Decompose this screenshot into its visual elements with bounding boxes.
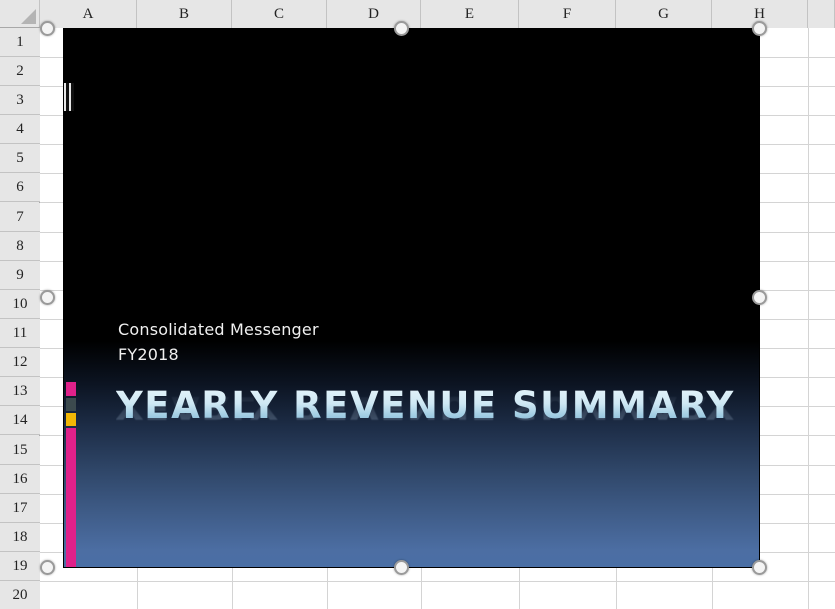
row-header-6[interactable]: 6 bbox=[0, 173, 40, 202]
handle-top-center[interactable] bbox=[394, 21, 409, 36]
row-header-label: 15 bbox=[12, 441, 28, 458]
segment-dark-slate bbox=[66, 398, 76, 411]
row-header-label: 20 bbox=[12, 586, 28, 603]
handle-middle-left[interactable] bbox=[40, 290, 55, 305]
row-header-label: 8 bbox=[16, 237, 24, 254]
spreadsheet-window: ABCDEFGH 1 2 3 4 5 6 7 8 9 10 11 12 13 14 15 16 17 18 19 20… bbox=[0, 0, 835, 609]
row-header-20[interactable]: 20 bbox=[0, 581, 40, 609]
row-header-14[interactable]: 14 bbox=[0, 406, 40, 435]
row-header-10[interactable]: 10 bbox=[0, 290, 40, 319]
row-header-label: 9 bbox=[16, 266, 24, 283]
column-header-extra[interactable] bbox=[808, 0, 835, 28]
column-header-b[interactable]: B bbox=[137, 0, 232, 28]
handle-top-right[interactable] bbox=[752, 21, 767, 36]
row-header-bar: 1 2 3 4 5 6 7 8 9 10 11 12 13 14 15 16 17 18 19 20 bbox=[0, 28, 40, 609]
row-header-label: 16 bbox=[12, 470, 28, 487]
row-header-16[interactable]: 16 bbox=[0, 465, 40, 494]
segment-magenta-top bbox=[66, 382, 76, 396]
column-header-label: A bbox=[82, 5, 94, 22]
column-header-a[interactable]: A bbox=[40, 0, 137, 28]
row-header-5[interactable]: 5 bbox=[0, 144, 40, 173]
column-header-label: C bbox=[273, 5, 284, 22]
column-header-label: B bbox=[178, 5, 189, 22]
column-header-label: G bbox=[658, 5, 669, 22]
column-header-label: D bbox=[368, 5, 379, 22]
column-header-label: F bbox=[562, 5, 572, 22]
segment-gold bbox=[66, 413, 76, 426]
column-header-f[interactable]: F bbox=[519, 0, 616, 28]
embedded-slide-object[interactable]: Consolidated Messenger FY2018 YEARLY REV… bbox=[63, 28, 760, 568]
segment-magenta-long bbox=[66, 428, 76, 567]
row-header-label: 5 bbox=[16, 149, 24, 166]
row-header-label: 12 bbox=[12, 353, 28, 370]
row-header-2[interactable]: 2 bbox=[0, 57, 40, 86]
row-header-4[interactable]: 4 bbox=[0, 115, 40, 144]
row-header-19[interactable]: 19 bbox=[0, 552, 40, 581]
slide-organization-text: Consolidated Messenger bbox=[118, 320, 319, 339]
column-header-label: H bbox=[754, 5, 765, 22]
row-header-13[interactable]: 13 bbox=[0, 377, 40, 406]
row-header-label: 3 bbox=[16, 91, 24, 108]
column-header-label: E bbox=[464, 5, 475, 22]
slide-title: YEARLY REVENUE SUMMARY bbox=[116, 384, 735, 427]
row-header-label: 18 bbox=[12, 528, 28, 545]
handle-top-left[interactable] bbox=[40, 21, 55, 36]
row-header-3[interactable]: 3 bbox=[0, 86, 40, 115]
stripe-decoration-icon bbox=[64, 83, 74, 111]
row-header-9[interactable]: 9 bbox=[0, 261, 40, 290]
handle-bottom-right[interactable] bbox=[752, 560, 767, 575]
slide-fiscal-year-text: FY2018 bbox=[118, 345, 179, 364]
column-header-e[interactable]: E bbox=[421, 0, 519, 28]
row-header-8[interactable]: 8 bbox=[0, 232, 40, 261]
row-header-label: 11 bbox=[12, 324, 28, 341]
row-header-label: 6 bbox=[16, 178, 24, 195]
select-all-button[interactable] bbox=[0, 0, 40, 28]
column-header-c[interactable]: C bbox=[232, 0, 327, 28]
column-header-g[interactable]: G bbox=[616, 0, 712, 28]
column-header-bar: A B C D E F G H bbox=[40, 0, 835, 28]
gridline-horizontal bbox=[40, 581, 835, 582]
handle-middle-right[interactable] bbox=[752, 290, 767, 305]
row-header-label: 13 bbox=[12, 382, 28, 399]
row-header-label: 19 bbox=[12, 557, 28, 574]
row-header-7[interactable]: 7 bbox=[0, 203, 40, 232]
row-header-17[interactable]: 17 bbox=[0, 494, 40, 523]
handle-bottom-left[interactable] bbox=[40, 560, 55, 575]
row-header-label: 10 bbox=[12, 295, 28, 312]
row-header-15[interactable]: 15 bbox=[0, 436, 40, 465]
slide-background bbox=[64, 29, 759, 567]
row-header-18[interactable]: 18 bbox=[0, 523, 40, 552]
row-header-label: 14 bbox=[12, 411, 28, 428]
row-header-12[interactable]: 12 bbox=[0, 348, 40, 377]
row-header-label: 1 bbox=[16, 33, 24, 50]
accent-color-strip bbox=[66, 382, 76, 567]
row-header-1[interactable]: 1 bbox=[0, 28, 40, 57]
row-header-label: 4 bbox=[16, 120, 24, 137]
row-header-label: 2 bbox=[16, 62, 24, 79]
row-header-label: 7 bbox=[16, 208, 24, 225]
row-header-11[interactable]: 11 bbox=[0, 319, 40, 348]
row-header-label: 17 bbox=[12, 499, 28, 516]
handle-bottom-center[interactable] bbox=[394, 560, 409, 575]
select-all-triangle-icon bbox=[21, 9, 36, 24]
